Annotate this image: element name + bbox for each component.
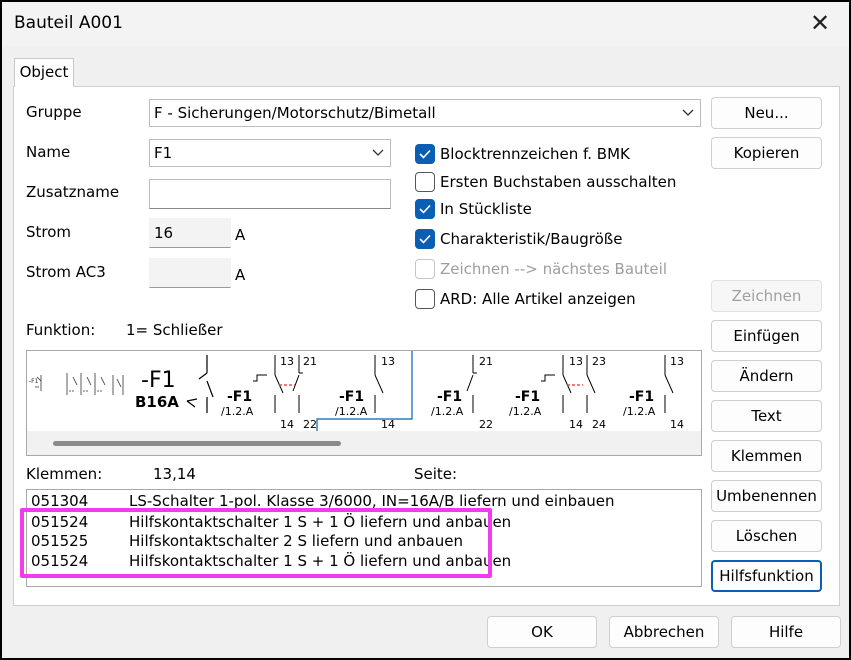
klemmen-button[interactable]: Klemmen	[711, 440, 822, 472]
symbol-item-bottom: 14	[280, 418, 294, 431]
symbol-item-bottom: 14	[670, 418, 684, 431]
checkbox-square	[415, 289, 435, 309]
strom-unit: A	[235, 226, 246, 244]
funktion-value: 1= Schließer	[126, 321, 223, 339]
symbol-item-top: 13	[280, 355, 294, 368]
checkbox-label: Ersten Buchstaben ausschalten	[440, 173, 677, 191]
main-symbol-name: -F1	[141, 368, 176, 393]
checkbox-in-stueckliste[interactable]: In Stückliste	[415, 198, 532, 220]
loeschen-button[interactable]: Löschen	[711, 520, 822, 552]
symbol-item-ref: /1.2.A	[221, 405, 254, 418]
checkbox-blocktrennzeichen[interactable]: Blocktrennzeichen f. BMK	[415, 143, 630, 165]
aendern-button[interactable]: Ändern	[711, 360, 822, 392]
symbol-thumbnail: -F1	[29, 373, 124, 395]
abbrechen-button[interactable]: Abbrechen	[609, 616, 719, 648]
symbol-item-bottom: 14	[381, 418, 395, 431]
title-bar: Bauteil A001 ✕	[2, 2, 849, 46]
symbol-item-bottom: 22	[479, 418, 493, 431]
strom-ac3-input[interactable]	[149, 258, 231, 288]
symbol-strip: -F1 -F1 B16A -F1 /1.2.A 13 21 14 22 -F1 …	[29, 351, 684, 431]
checkbox-ard-alle-artikel[interactable]: ARD: Alle Artikel anzeigen	[415, 288, 636, 310]
symbol-item-ref: /1.2.A	[431, 405, 464, 418]
checkbox-label: Charakteristik/Baugröße	[440, 230, 623, 248]
name-select[interactable]: F1	[149, 139, 391, 167]
kopieren-button[interactable]: Kopieren	[711, 137, 822, 169]
ok-button[interactable]: OK	[487, 616, 597, 648]
checkbox-zeichnen-naechstes: Zeichnen --> nächstes Bauteil	[415, 258, 667, 280]
window-title: Bauteil A001	[14, 13, 123, 33]
checkbox-ersten-buchstaben[interactable]: Ersten Buchstaben ausschalten	[415, 171, 676, 193]
strom-ac3-label: Strom AC3	[26, 263, 106, 281]
einfuegen-button[interactable]: Einfügen	[711, 320, 822, 352]
symbol-item-name: -F1	[227, 389, 252, 405]
symbol-item-top: 21	[303, 355, 317, 368]
symbol-item-ref: /1.2.A	[623, 405, 656, 418]
checkmark-icon	[415, 144, 435, 164]
gruppe-value: F - Sicherungen/Motorschutz/Bimetall	[154, 104, 436, 122]
checkbox-square	[415, 259, 435, 279]
name-value: F1	[154, 144, 173, 162]
symbol-item-top: 13	[381, 355, 395, 368]
klemmen-label: Klemmen:	[26, 465, 103, 483]
chevron-down-icon	[372, 140, 384, 157]
symbol-item-top: 13	[670, 355, 684, 368]
symbol-item-bottom: 22	[303, 418, 317, 431]
close-icon[interactable]: ✕	[807, 10, 833, 36]
checkbox-label: Zeichnen --> nächstes Bauteil	[440, 260, 667, 278]
checkbox-charakteristik[interactable]: Charakteristik/Baugröße	[415, 228, 622, 250]
horizontal-scrollbar[interactable]	[27, 431, 701, 455]
dialog-footer: OK Abbrechen Hilfe	[2, 606, 849, 658]
gruppe-label: Gruppe	[26, 103, 82, 121]
symbol-item-name: -F1	[629, 389, 654, 405]
zusatzname-input[interactable]	[149, 179, 391, 209]
tab-object[interactable]: Object	[14, 58, 74, 87]
svg-text:-F1: -F1	[29, 378, 39, 385]
hilfsfunktion-button[interactable]: Hilfsfunktion	[711, 560, 822, 592]
seite-label: Seite:	[414, 465, 458, 483]
strom-input[interactable]: 16	[149, 218, 231, 248]
klemmen-value: 13,14	[153, 465, 196, 483]
checkmark-icon	[415, 229, 435, 249]
symbol-item-top: 13	[569, 355, 583, 368]
symbol-item-bottom: 24	[592, 418, 606, 431]
name-label: Name	[26, 143, 71, 161]
gruppe-select[interactable]: F - Sicherungen/Motorschutz/Bimetall	[149, 99, 701, 127]
checkbox-square	[415, 172, 435, 192]
main-symbol-type: B16A	[135, 393, 179, 411]
neu-button[interactable]: Neu...	[711, 97, 822, 129]
checkmark-icon	[415, 199, 435, 219]
symbol-item-name: -F1	[515, 389, 540, 405]
symbol-item-ref: /1.2.A	[335, 405, 368, 418]
strom-label: Strom	[26, 223, 72, 241]
highlight-annotation	[20, 508, 492, 578]
breaker-symbol	[186, 355, 214, 413]
chevron-down-icon	[682, 100, 694, 117]
strom-ac3-unit: A	[235, 266, 246, 284]
symbol-item-top: 23	[592, 355, 606, 368]
checkbox-label: In Stückliste	[440, 200, 532, 218]
symbol-item-ref: /1.2.A	[509, 405, 542, 418]
symbol-item-top: 21	[479, 355, 493, 368]
scrollbar-thumb[interactable]	[53, 441, 341, 446]
hilfe-button[interactable]: Hilfe	[731, 616, 841, 648]
umbenennen-button[interactable]: Umbenennen	[711, 480, 822, 512]
dialog-window: Bauteil A001 ✕ Object Gruppe F - Sicheru…	[0, 0, 851, 660]
funktion-label: Funktion:	[26, 321, 96, 339]
checkbox-label: Blocktrennzeichen f. BMK	[440, 145, 630, 163]
symbol-item-bottom: 14	[569, 418, 583, 431]
symbol-preview[interactable]: -F1 -F1 B16A -F1 /1.2.A 13 21 14 22 -F1 …	[26, 350, 702, 456]
zusatzname-label: Zusatzname	[26, 183, 120, 201]
checkbox-label: ARD: Alle Artikel anzeigen	[440, 290, 636, 308]
symbol-item-name: -F1	[437, 389, 462, 405]
symbol-item-name: -F1	[339, 389, 364, 405]
text-button[interactable]: Text	[711, 400, 822, 432]
zeichnen-button: Zeichnen	[711, 280, 822, 312]
